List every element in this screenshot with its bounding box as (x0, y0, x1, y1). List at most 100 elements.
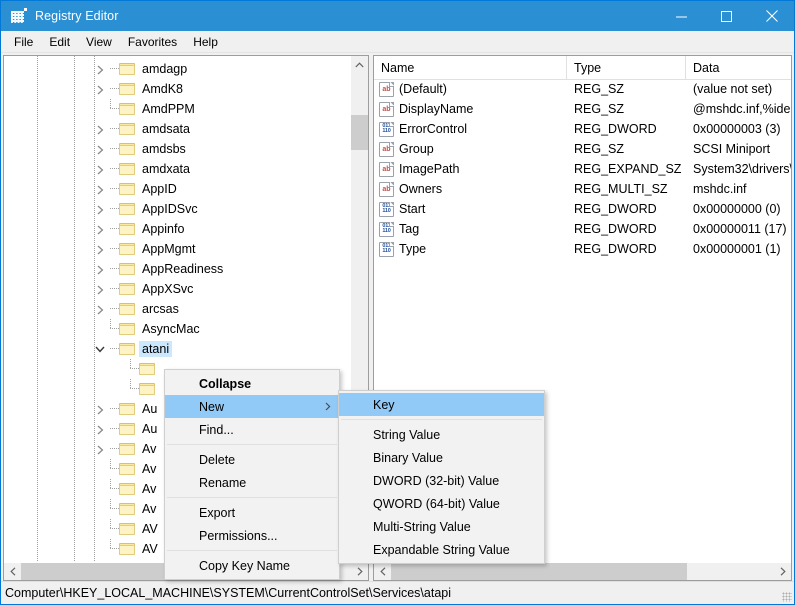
chevron-right-icon[interactable] (94, 159, 110, 179)
title-bar[interactable]: Registry Editor (1, 1, 794, 31)
context-menu-item[interactable]: Collapse (165, 372, 339, 395)
column-header-data[interactable]: Data (686, 56, 791, 79)
tree-item[interactable]: amdsata (4, 119, 368, 139)
submenu-item[interactable]: QWORD (64-bit) Value (339, 492, 544, 515)
value-row[interactable]: ab Owners REG_MULTI_SZ mshdc.inf (374, 179, 791, 199)
value-data: mshdc.inf (693, 182, 747, 196)
value-row[interactable]: 011 110 Tag REG_DWORD 0x00000011 (17) (374, 219, 791, 239)
submenu-item[interactable]: Binary Value (339, 446, 544, 469)
value-row[interactable]: ab DisplayName REG_SZ @mshdc.inf,%idech (374, 99, 791, 119)
tree-scroll-left-button[interactable] (4, 563, 21, 580)
context-menu-item[interactable]: Rename (165, 471, 339, 494)
tree-item[interactable]: AppReadiness (4, 259, 368, 279)
chevron-right-icon[interactable] (94, 199, 110, 219)
maximize-button[interactable] (704, 1, 749, 31)
chevron-right-icon[interactable] (94, 439, 110, 459)
values-scroll-right-button[interactable] (774, 563, 791, 580)
chevron-right-icon[interactable] (94, 279, 110, 299)
value-name: Group (399, 142, 434, 156)
context-menu-item-label: Permissions... (199, 528, 278, 543)
tree-item[interactable]: AppMgmt (4, 239, 368, 259)
value-name-cell: 011 110 Start (374, 201, 567, 217)
folder-icon (119, 242, 136, 256)
chevron-right-icon[interactable] (94, 219, 110, 239)
values-hscroll-thumb[interactable] (391, 563, 687, 580)
tree-connector (110, 219, 119, 239)
chevron-right-icon[interactable] (94, 119, 110, 139)
tree-scroll-right-button[interactable] (351, 563, 368, 580)
string-value-icon: ab (379, 181, 394, 197)
values-scroll-left-button[interactable] (374, 563, 391, 580)
menu-help[interactable]: Help (185, 33, 226, 51)
tree-item[interactable]: AppXSvc (4, 279, 368, 299)
values-hscroll-track[interactable] (391, 563, 774, 580)
context-menu-item-label: Collapse (199, 376, 252, 391)
chevron-right-icon[interactable] (94, 299, 110, 319)
chevron-right-icon[interactable] (94, 79, 110, 99)
submenu-item[interactable]: Expandable String Value (339, 538, 544, 561)
chevron-down-icon[interactable] (94, 339, 110, 359)
tree-item[interactable]: AppIDSvc (4, 199, 368, 219)
submenu-item[interactable]: DWORD (32-bit) Value (339, 469, 544, 492)
value-row[interactable]: 011 110 Start REG_DWORD 0x00000000 (0) (374, 199, 791, 219)
tree-item[interactable]: amdagp (4, 59, 368, 79)
column-header-type[interactable]: Type (567, 56, 686, 79)
menu-separator (167, 497, 337, 498)
chevron-right-icon[interactable] (94, 399, 110, 419)
chevron-right-icon[interactable] (94, 559, 110, 562)
column-header-name[interactable]: Name (374, 56, 567, 79)
tree-item[interactable]: atani (4, 339, 368, 359)
tree-item[interactable]: amdsbs (4, 139, 368, 159)
tree-connector (110, 99, 119, 119)
value-row[interactable]: ab (Default) REG_SZ (value not set) (374, 79, 791, 99)
tree-connector (110, 559, 119, 562)
values-horizontal-scrollbar[interactable] (374, 562, 791, 580)
tree-context-menu[interactable]: Collapse New Find... Delete Rename Export Perm… (164, 369, 340, 580)
chevron-right-icon[interactable] (94, 179, 110, 199)
value-name-cell: ab Owners (374, 181, 567, 197)
chevron-right-icon[interactable] (94, 239, 110, 259)
window-title: Registry Editor (35, 9, 119, 23)
value-type: REG_MULTI_SZ (574, 182, 668, 196)
tree-scroll-up-button[interactable] (351, 56, 368, 73)
value-row[interactable]: 011 110 Type REG_DWORD 0x00000001 (1) (374, 239, 791, 259)
context-menu-item[interactable]: Delete (165, 448, 339, 471)
context-menu-item[interactable]: New (165, 395, 339, 418)
context-menu-item[interactable]: Find... (165, 418, 339, 441)
chevron-right-icon[interactable] (94, 59, 110, 79)
folder-icon (119, 282, 136, 296)
menu-edit[interactable]: Edit (41, 33, 78, 51)
close-button[interactable] (749, 1, 794, 31)
tree-item[interactable]: amdxata (4, 159, 368, 179)
tree-item[interactable]: AmdPPM (4, 99, 368, 119)
chevron-right-icon[interactable] (94, 259, 110, 279)
submenu-item[interactable]: Key (339, 393, 544, 416)
value-row[interactable]: ab Group REG_SZ SCSI Miniport (374, 139, 791, 159)
context-menu-item[interactable]: Permissions... (165, 524, 339, 547)
menu-favorites[interactable]: Favorites (120, 33, 185, 51)
tree-item[interactable]: AppID (4, 179, 368, 199)
tree-item[interactable]: Appinfo (4, 219, 368, 239)
chevron-right-icon[interactable] (94, 419, 110, 439)
chevron-right-icon[interactable] (94, 139, 110, 159)
tree-scroll-thumb[interactable] (351, 115, 368, 150)
tree-item[interactable]: arcsas (4, 299, 368, 319)
new-submenu[interactable]: Key String Value Binary Value DWORD (32-bit… (338, 390, 545, 564)
tree-item[interactable]: AmdK8 (4, 79, 368, 99)
menu-file[interactable]: File (6, 33, 41, 51)
context-menu-item[interactable]: Export (165, 501, 339, 524)
tree-item[interactable]: AsyncMac (4, 319, 368, 339)
value-row[interactable]: ab ImagePath REG_EXPAND_SZ System32\drivers… (374, 159, 791, 179)
submenu-item[interactable]: String Value (339, 423, 544, 446)
resize-grip[interactable] (782, 592, 792, 602)
context-menu-item-label: Export (199, 505, 236, 520)
minimize-button[interactable] (659, 1, 704, 31)
string-value-icon: ab (379, 81, 394, 97)
values-column-header: Name Type Data (374, 56, 791, 80)
menu-view[interactable]: View (78, 33, 120, 51)
submenu-item[interactable]: Multi-String Value (339, 515, 544, 538)
value-row[interactable]: 011 110 ErrorControl REG_DWORD 0x00000003 (3… (374, 119, 791, 139)
context-menu-item[interactable]: Copy Key Name (165, 554, 339, 577)
